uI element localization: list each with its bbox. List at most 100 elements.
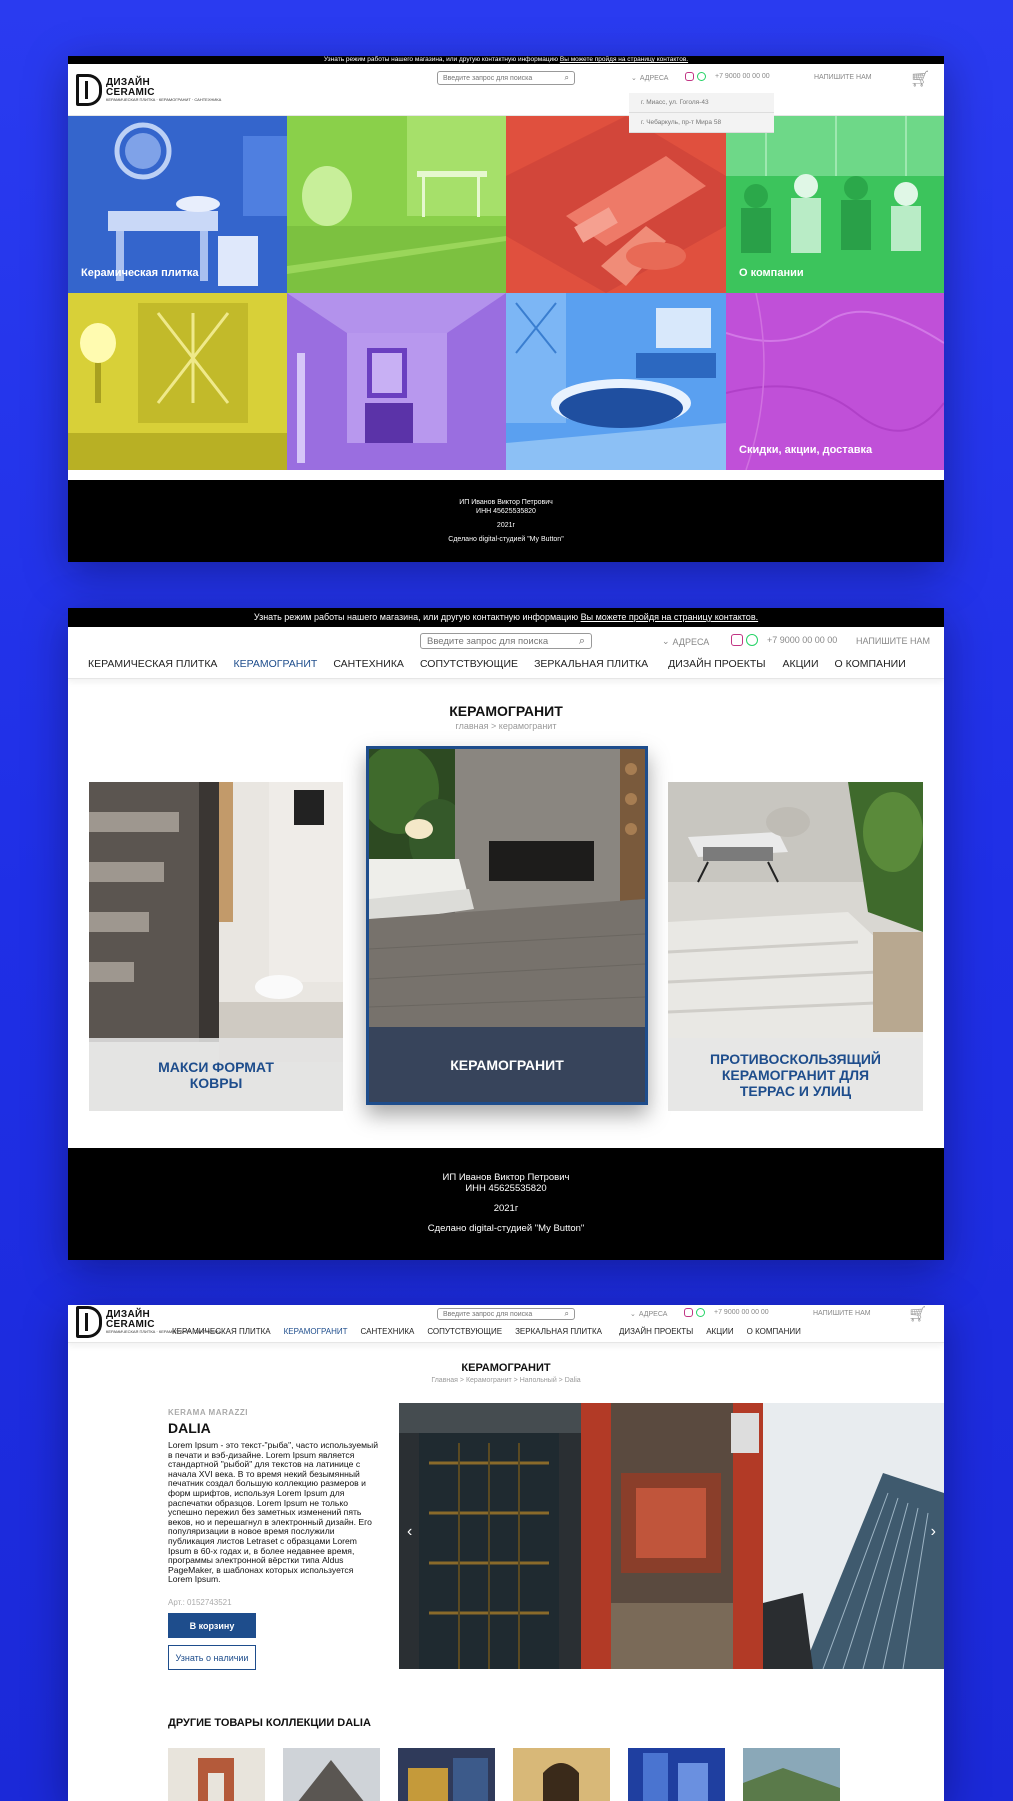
addresses-dropdown[interactable]: ⌄ АДРЕСА [662,636,709,647]
phone-number[interactable]: +7 9000 00 00 00 [714,1309,769,1316]
breadcrumb[interactable]: главная > керамогранит [68,721,944,731]
instagram-icon[interactable] [684,1308,693,1317]
search-icon[interactable]: ⌕ [579,635,585,648]
site-header: ⌕ ⌄ АДРЕСА +7 9000 00 00 00 НАПИШИТЕ НАМ… [68,627,944,679]
logo-mark-icon [76,1306,102,1338]
phone-number[interactable]: +7 9000 00 00 00 [767,635,837,645]
tile-about[interactable]: О компании [726,116,944,293]
related-products-list [168,1748,840,1801]
product-gallery: ‹ › [399,1403,944,1669]
tile-discounts[interactable]: Скидки, акции, доставка [726,293,944,470]
category-card-maxi-format[interactable]: МАКСИ ФОРМАТ КОВРЫ [89,782,343,1111]
whatsapp-icon[interactable] [697,72,706,81]
addresses-dropdown[interactable]: ⌄ АДРЕСА [631,74,668,83]
related-product-thumb[interactable] [283,1748,380,1801]
gallery-prev-arrow[interactable]: ‹ [407,1523,412,1541]
related-product-thumb[interactable] [398,1748,495,1801]
gallery-image-2 [581,1403,763,1669]
addresses-dropdown[interactable]: ⌄ АДРЕСА [630,1310,667,1319]
nav-item-design-projects[interactable]: ДИЗАЙН ПРОЕКТЫ [668,658,765,670]
search-icon[interactable]: ⌕ [565,1309,569,1319]
related-product-thumb[interactable] [628,1748,725,1801]
tile-plumbing[interactable] [506,116,726,293]
write-us-link[interactable]: НАПИШИТЕ НАМ [813,1310,871,1317]
gallery-image-1 [399,1403,581,1669]
search-field[interactable] [427,635,579,647]
tile-image [506,293,726,470]
nav-item-porcelain[interactable]: КЕРАМОГРАНИТ [284,1327,348,1336]
nav-item-accessories[interactable]: СОПУТСТВУЮЩИЕ [420,658,518,670]
cart-icon[interactable]: 🛒︎ [908,1305,927,1323]
cart-icon[interactable]: 🛒︎ [910,69,930,89]
related-product-thumb[interactable] [168,1748,265,1801]
phone-number[interactable]: +7 9000 00 00 00 [715,73,770,80]
category-card-porcelain[interactable]: КЕРАМОГРАНИТ [366,746,648,1105]
tile-porcelain[interactable] [287,116,506,293]
nav-item-ceramic-tile[interactable]: КЕРАМИЧЕСКАЯ ПЛИТКА [172,1327,271,1336]
search-input[interactable]: ⌕ [437,71,575,85]
site-header: ДИЗАЙН CERAMIC КЕРАМИЧЕСКАЯ ПЛИТКА · КЕР… [68,64,944,116]
nav-item-sales[interactable]: АКЦИИ [706,1327,733,1336]
search-input[interactable]: ⌕ [420,633,592,649]
info-bar: Узнать режим работы нашего магазина, или… [68,56,944,64]
chevron-down-icon: ⌄ [631,75,637,82]
site-footer: ИП Иванов Виктор Петрович ИНН 4562553582… [68,480,944,562]
gallery-image-3 [763,1403,944,1669]
tile-bathroom[interactable] [506,293,726,470]
category-page-mockup: Узнать режим работы нашего магазина, или… [68,608,944,1260]
write-us-link[interactable]: НАПИШИТЕ НАМ [856,636,930,646]
product-description: Lorem Ipsum - это текст-"рыба", часто ис… [168,1440,378,1585]
category-card-anti-slip[interactable]: ПРОТИВОСКОЛЬЗЯЩИЙ КЕРАМОГРАНИТ ДЛЯ ТЕРРА… [668,782,923,1111]
instagram-icon[interactable] [731,634,743,646]
nav-item-mirror-tile[interactable]: ЗЕРКАЛЬНАЯ ПЛИТКА [534,658,648,670]
nav-item-about[interactable]: О КОМПАНИИ [747,1327,801,1336]
whatsapp-icon[interactable] [696,1308,705,1317]
nav-item-about[interactable]: О КОМПАНИИ [835,658,906,670]
write-us-link[interactable]: НАПИШИТЕ НАМ [814,74,872,81]
whatsapp-icon[interactable] [746,634,758,646]
tile-image [287,293,506,470]
nav-item-design-projects[interactable]: ДИЗАЙН ПРОЕКТЫ [619,1327,693,1336]
nav-item-accessories[interactable]: СОПУТСТВУЮЩИЕ [427,1327,502,1336]
instagram-icon[interactable] [685,72,694,81]
tile-design-projects[interactable] [287,293,506,470]
contacts-link[interactable]: Вы можете пройдя на страницу контактов. [581,612,759,622]
product-page-mockup: ДИЗАЙН CERAMIC КЕРАМИЧЕСКАЯ ПЛИТКА · КЕР… [68,1305,944,1801]
tile-mirror-tile[interactable] [68,293,287,470]
category-grid: Керамическая плитка О компании Скидки, а… [68,116,944,470]
related-product-thumb[interactable] [743,1748,840,1801]
addresses-menu: г. Миасс, ул. Гоголя-43 г. Чебаркуль, пр… [629,93,774,133]
search-field[interactable] [443,1310,565,1318]
logo[interactable]: ДИЗАЙН CERAMIC КЕРАМИЧЕСКАЯ ПЛИТКА · КЕР… [76,74,221,106]
address-item[interactable]: г. Чебаркуль, пр-т Мира 58 [629,113,774,133]
page-title: КЕРАМОГРАНИТ [449,703,563,719]
card-caption: ПРОТИВОСКОЛЬЗЯЩИЙ КЕРАМОГРАНИТ ДЛЯ ТЕРРА… [668,1038,923,1111]
tile-image [287,116,506,293]
address-item[interactable]: г. Миасс, ул. Гоголя-43 [629,93,774,113]
check-availability-button[interactable]: Узнать о наличии [168,1645,256,1670]
contacts-link[interactable]: Вы можете пройдя на страницу контактов. [560,56,688,63]
related-product-thumb[interactable] [513,1748,610,1801]
contacts-group: +7 9000 00 00 00 [684,1308,769,1317]
search-icon[interactable]: ⌕ [565,73,569,83]
nav-item-porcelain[interactable]: КЕРАМОГРАНИТ [233,658,317,670]
chevron-down-icon: ⌄ [630,1311,636,1318]
related-products-title: ДРУГИЕ ТОВАРЫ КОЛЛЕКЦИИ DALIA [168,1717,371,1729]
breadcrumb[interactable]: Главная > Керамогранит > Напольный > Dal… [68,1377,944,1384]
nav-item-mirror-tile[interactable]: ЗЕРКАЛЬНАЯ ПЛИТКА [515,1327,602,1336]
gallery-next-arrow[interactable]: › [931,1523,936,1541]
nav-item-plumbing[interactable]: САНТЕХНИКА [361,1327,415,1336]
nav-item-plumbing[interactable]: САНТЕХНИКА [333,658,404,670]
tile-image [506,116,726,293]
site-header: ДИЗАЙН CERAMIC КЕРАМИЧЕСКАЯ ПЛИТКА · КЕР… [68,1305,944,1343]
product-name: DALIA [168,1420,211,1436]
nav-item-ceramic-tile[interactable]: КЕРАМИЧЕСКАЯ ПЛИТКА [88,658,217,670]
search-input[interactable]: ⌕ [437,1308,575,1320]
card-caption: МАКСИ ФОРМАТ КОВРЫ [89,1038,343,1111]
product-article: Арт.: 0152743521 [168,1598,232,1607]
tile-ceramic-tile[interactable]: Керамическая плитка [68,116,287,293]
search-field[interactable] [443,74,565,82]
card-caption: КЕРАМОГРАНИТ [369,1027,645,1102]
nav-item-sales[interactable]: АКЦИИ [783,658,819,670]
add-to-cart-button[interactable]: В корзину [168,1613,256,1638]
